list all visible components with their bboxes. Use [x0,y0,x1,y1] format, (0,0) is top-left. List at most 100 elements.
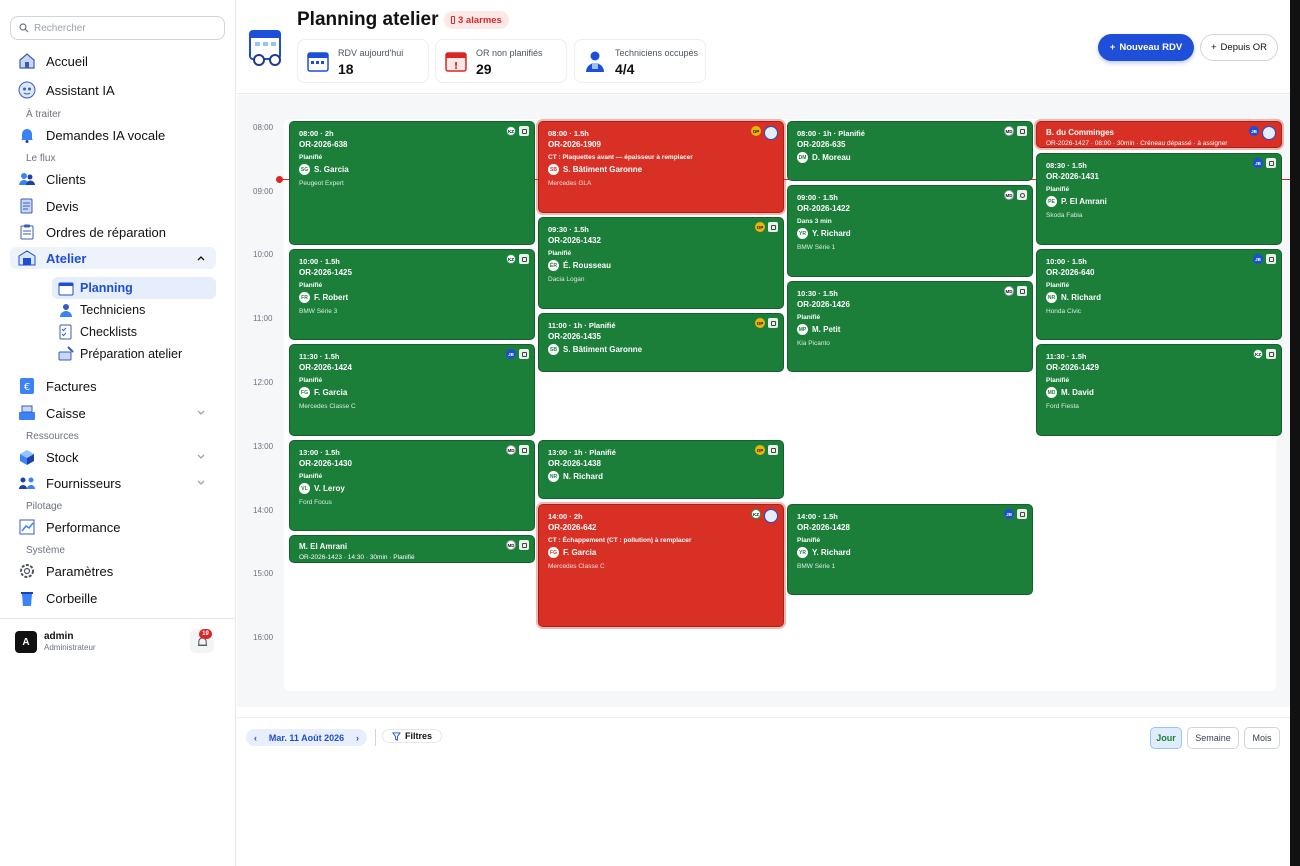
nav-clients[interactable]: Clients [0,170,236,188]
depuis-or-button[interactable]: + Depuis OR [1200,34,1278,61]
appointment-card[interactable]: JB 08:30 · 1.5h OR-2026-1431 Planifié PE… [1036,153,1282,245]
appointment-card[interactable]: OP 09:30 · 1.5h OR-2026-1432 Planifié ÉR… [538,217,784,309]
nav-demandes-ia-vocale[interactable]: Demandes IA vocale [0,126,236,144]
sidebar: Rechercher Accueil Assistant IA À traite… [0,0,236,866]
nav-devis[interactable]: Devis [0,197,236,215]
appointment-card[interactable]: JB 11:30 · 1.5h OR-2026-1424 Planifié FG… [289,344,535,436]
alarm-appointment-card[interactable]: OP 08:00 · 1.5h OR-2026-1909 CT : Plaque… [538,121,784,213]
chevron-down-icon[interactable] [196,478,206,488]
technician-icon [60,304,72,317]
view-month-button[interactable]: Mois [1244,727,1280,749]
chevron-left-icon[interactable]: ‹ [254,733,257,743]
garage-icon [18,250,36,266]
nav-checklists[interactable]: Checklists [52,321,216,343]
nav-preparation-atelier[interactable]: Préparation atelier [52,343,216,365]
user-panel[interactable]: A admin Administrateur 19 [0,618,236,662]
appointment-card[interactable]: KZ 10:00 · 1.5h OR-2026-1425 Planifié FR… [289,249,535,340]
tech-tag: MD [1004,126,1014,136]
appointment-card[interactable]: JB 14:00 · 1.5h OR-2026-1428 Planifié YR… [787,504,1033,595]
avatar: SG [299,164,310,175]
view-week-button[interactable]: Semaine [1187,727,1239,749]
stat-rdv-aujourdhui: RDV aujourd'hui 18 [297,39,429,83]
appointment-card[interactable]: MD 10:30 · 1.5h OR-2026-1426 Planifié MP… [787,281,1033,372]
appointment-card[interactable]: KZ 11:30 · 1.5h OR-2026-1429 Planifié MD… [1036,344,1282,436]
avatar: NR [548,471,559,482]
nav-parametres[interactable]: Paramètres [0,562,236,580]
chevron-right-icon[interactable]: › [356,733,359,743]
avatar: ÉR [548,260,559,271]
user-role: Administrateur [44,643,96,652]
tech-tag: MD [506,445,516,455]
nav-stock[interactable]: Stock [0,448,236,466]
calendar-icon [768,445,778,455]
nav-corbeille[interactable]: Corbeille [0,589,236,607]
section-systeme: Système [26,545,65,556]
svg-text:!: ! [454,61,459,72]
avatar: MP [797,324,808,335]
nav-techniciens[interactable]: Techniciens [52,299,216,321]
view-day-button[interactable]: Jour [1150,727,1182,749]
chevron-down-icon[interactable] [196,452,206,462]
suppliers-icon [19,477,35,489]
home-icon [19,53,35,69]
hour-label: 11:00 [253,314,273,323]
stat-techniciens-occupes: Techniciens occupés 4/4 [574,39,706,83]
tech-tag: MD [506,540,516,550]
avatar: FR [299,292,310,303]
robot-icon [18,81,36,99]
calendar-icon [1017,286,1027,296]
nav-planning[interactable]: Planning [52,277,216,299]
appointment-card[interactable]: JB 10:00 · 1.5h OR-2026-640 Planifié NR N… [1036,249,1282,340]
nav-accueil[interactable]: Accueil [0,52,236,70]
alarm-badge[interactable]: 3 alarmes [444,11,509,29]
divider [375,729,376,746]
nav-assistant-ia[interactable]: Assistant IA [0,81,236,99]
appointment-card[interactable]: MD M. El Amrani OR-2026-1423 · 14:30 · 3… [289,535,535,563]
user-name: admin [44,631,74,642]
appointment-card[interactable]: OP 13:00 · 1h · Planifié OR-2026-1438 NR… [538,440,784,499]
cash-register-icon [19,405,35,420]
day-calendar[interactable]: 08:00 09:00 10:00 11:00 12:00 13:00 14:0… [237,95,1290,707]
section-ressources: Ressources [26,431,79,442]
nav-factures[interactable]: € Factures [0,377,236,395]
nav-fournisseurs[interactable]: Fournisseurs [0,474,236,492]
calendar-icon [519,349,529,359]
box-icon [20,450,34,465]
date-navigator[interactable]: ‹ Mar. 11 Août 2026 › [246,729,367,746]
avatar: SB [548,344,559,355]
hour-label: 12:00 [253,378,274,387]
appointment-card[interactable]: MD 13:00 · 1.5h OR-2026-1430 Planifié VL… [289,440,535,531]
chevron-down-icon[interactable] [196,408,206,418]
chevron-up-icon[interactable] [196,253,206,263]
stat-or-non-planifies: ! OR non planifiés 29 [435,39,567,83]
nav-caisse[interactable]: Caisse [0,404,236,422]
appointment-card[interactable]: MD 08:00 · 1h · Planifié OR-2026-635 DM D… [787,121,1033,181]
calendar-icon [1266,349,1276,359]
calendar-icon [1017,126,1027,136]
tech-tag: KZ [506,126,516,136]
tech-tag: OP [755,222,765,232]
tech-tag: KZ [751,509,761,519]
nav-performance[interactable]: Performance [0,518,236,536]
alarm-appointment-card[interactable]: KZ 14:00 · 2h OR-2026-642 CT : Échappeme… [538,504,784,627]
new-rdv-button[interactable]: + Nouveau RDV [1098,34,1194,61]
tech-tag: OP [751,126,761,136]
mechanic-icon [764,126,778,140]
calendar-icon [1266,158,1276,168]
nav-ordres-de-reparation[interactable]: Ordres de réparation [0,223,236,241]
tech-tag: JB [1253,158,1263,168]
appointment-card[interactable]: KZ 08:00 · 2h OR-2026-638 Planifié SG S. … [289,121,535,245]
hour-label: 10:00 [253,250,274,259]
notifications-button[interactable]: 19 [190,629,214,653]
search-input[interactable]: Rechercher [10,16,225,40]
section-pilotage: Pilotage [26,501,63,512]
alarm-appointment-card[interactable]: JB B. du Comminges OR-2026-1427 · 08:00 … [1036,121,1282,148]
filters-button[interactable]: Filtres [382,729,442,743]
tech-tag: JB [1249,126,1259,136]
avatar: FG [299,387,310,398]
appointment-card[interactable]: MD 09:00 · 1.5h OR-2026-1422 Dans 3 min … [787,185,1033,277]
calendar-toolbar: ‹ Mar. 11 Août 2026 › Filtres Jour Semai… [237,717,1290,755]
appointment-card[interactable]: OP 11:00 · 1h · Planifié OR-2026-1435 SB… [538,313,784,372]
calendar-icon [307,52,329,72]
nav-atelier[interactable]: Atelier [10,247,216,269]
